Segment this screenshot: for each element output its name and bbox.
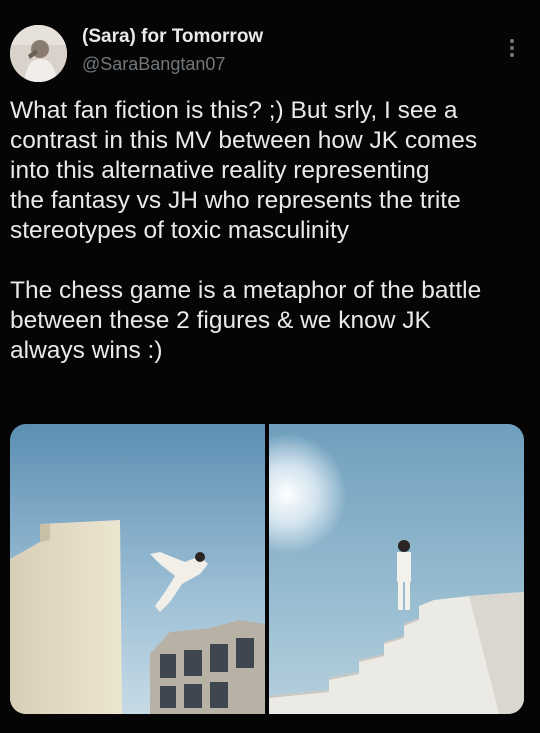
avatar-image [10, 25, 67, 82]
tweet-media-grid [10, 424, 524, 714]
tweet-body: What fan fiction is this? ;) But srly, I… [10, 96, 530, 366]
photo-leaping-figure-icon [10, 424, 265, 714]
more-options-button[interactable] [500, 34, 524, 62]
avatar[interactable] [10, 25, 67, 82]
more-dot-icon [510, 39, 514, 43]
media-photo-leaping-figure[interactable] [10, 424, 265, 714]
photo-figure-on-stairs-icon [269, 424, 524, 714]
tweet-paragraph: What fan fiction is this? ;) But srly, I… [10, 97, 478, 244]
more-dot-icon [510, 46, 514, 50]
author-handle[interactable]: @SaraBangtan07 [82, 54, 225, 75]
tweet-paragraph: The chess game is a metaphor of the batt… [10, 277, 482, 364]
tweet-card: (Sara) for Tomorrow @SaraBangtan07 What … [0, 0, 540, 733]
media-photo-figure-on-stairs[interactable] [269, 424, 524, 714]
more-dot-icon [510, 53, 514, 57]
author-display-name[interactable]: (Sara) for Tomorrow [82, 26, 263, 48]
